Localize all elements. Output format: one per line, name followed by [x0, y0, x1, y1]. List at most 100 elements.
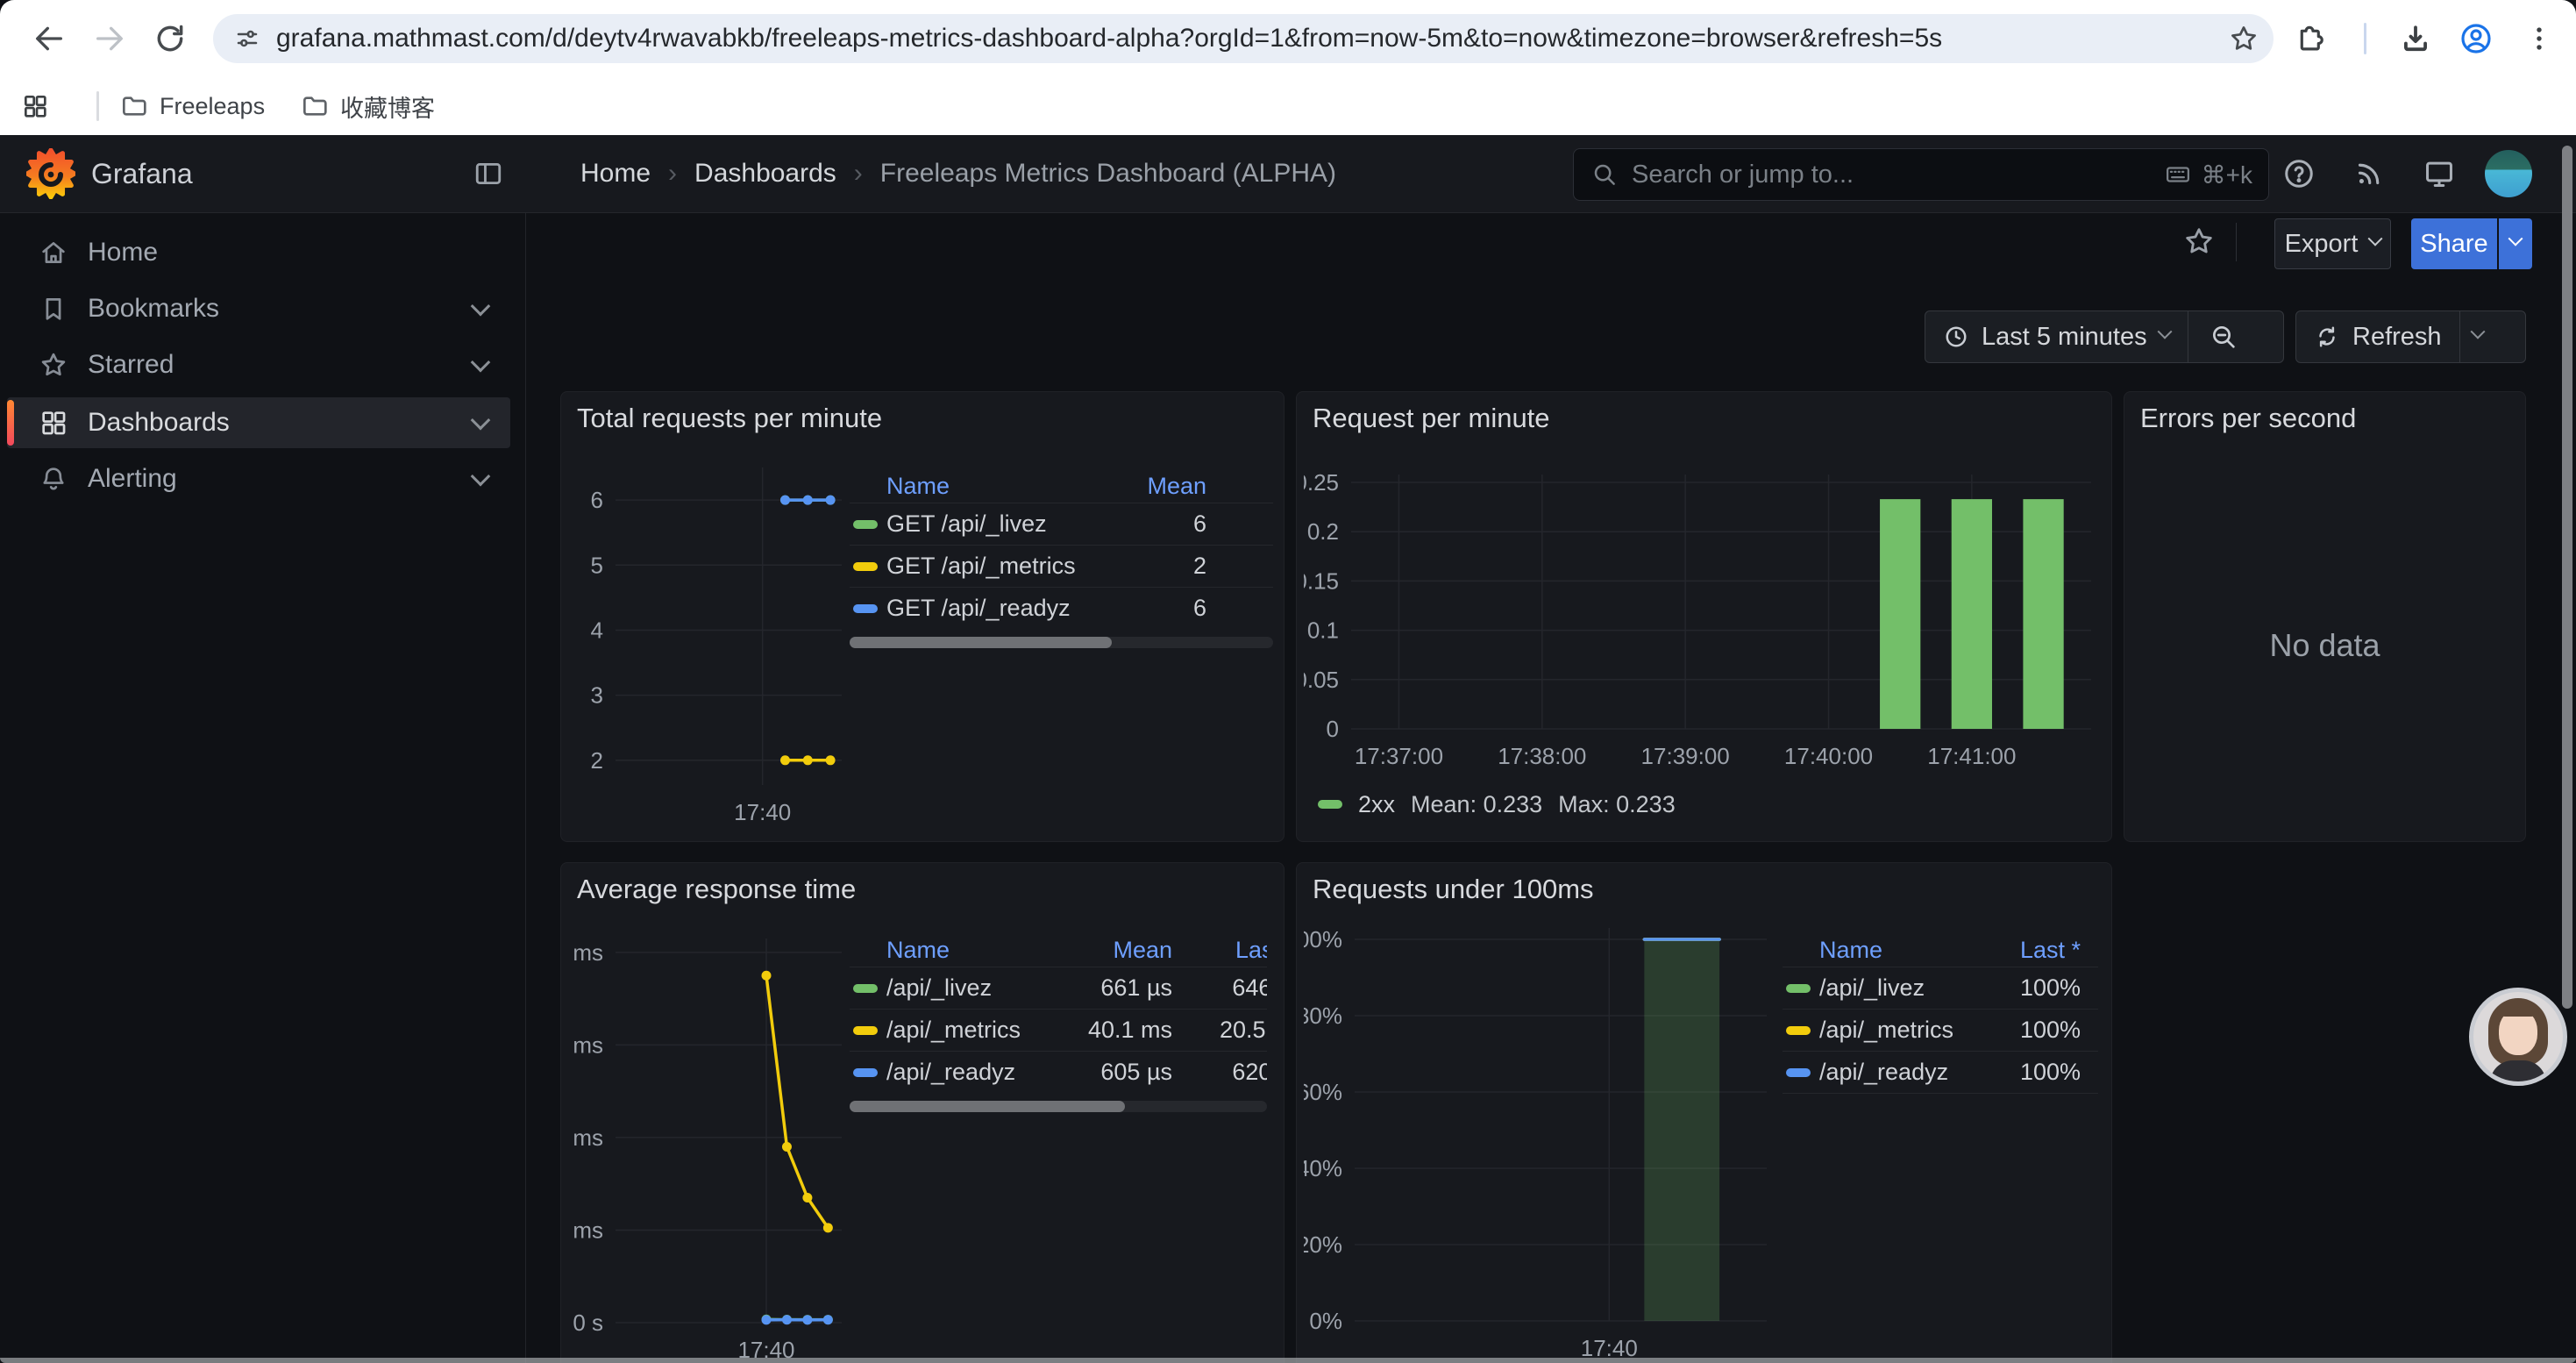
legend-col-name[interactable]: Name — [1819, 937, 1984, 964]
series-color-pill — [1786, 1026, 1811, 1035]
panel-request-per-minute: Request per minute 0.250.20.150.10.05017… — [1296, 391, 2112, 842]
legend-row[interactable]: /api/_metrics 100% — [1783, 1009, 2098, 1051]
reload-button[interactable] — [151, 19, 189, 58]
url-text[interactable]: grafana.mathmast.com/d/deytv4rwavabkb/fr… — [276, 14, 2177, 63]
svg-text:5: 5 — [591, 552, 603, 578]
refresh-button[interactable]: Refresh — [2296, 311, 2459, 362]
brand-name[interactable]: Grafana — [91, 135, 193, 212]
sidebar-item-alerting[interactable]: Alerting — [7, 453, 510, 504]
assistant-avatar-widget[interactable] — [2469, 988, 2567, 1086]
bookmark-page-button[interactable] — [2228, 23, 2259, 54]
panel-title[interactable]: Total requests per minute — [577, 403, 882, 434]
home-icon — [39, 238, 68, 268]
timeseries-chart[interactable]: 6543217:40 — [566, 455, 849, 838]
help-button[interactable] — [2280, 156, 2318, 191]
back-button[interactable] — [30, 19, 68, 58]
legend-row[interactable]: /api/_readyz 100% — [1783, 1051, 2098, 1094]
site-settings-icon[interactable] — [234, 25, 260, 52]
bookmark-folder-blogs[interactable]: 收藏博客 — [300, 86, 435, 126]
sidebar-item-dashboards[interactable]: Dashboards — [7, 397, 510, 448]
downloads-button[interactable] — [2396, 19, 2435, 58]
sidebar-item-label: Home — [88, 238, 158, 268]
folder-icon — [119, 92, 147, 120]
legend-row[interactable]: /api/_livez 100% — [1783, 967, 2098, 1009]
legend-row[interactable]: GET /api/_livez 6 — [850, 503, 1273, 545]
share-button[interactable]: Share — [2411, 218, 2497, 269]
time-range-picker[interactable]: Last 5 minutes — [1925, 311, 2188, 362]
svg-text:0.2: 0.2 — [1307, 518, 1339, 545]
legend-col-name[interactable]: Name — [886, 937, 1044, 964]
series-color-pill — [853, 1026, 878, 1035]
refresh-interval-button[interactable] — [2460, 311, 2495, 362]
legend-col-name[interactable]: Name — [886, 473, 1089, 500]
chevron-down-icon — [471, 410, 491, 431]
bookmark-folder-freeleaps[interactable]: Freeleaps — [119, 86, 265, 126]
legend-col-mean[interactable]: Mean — [1089, 473, 1212, 500]
svg-text:20 ms: 20 ms — [566, 1217, 603, 1243]
refresh-label: Refresh — [2352, 323, 2442, 352]
chevron-down-icon — [2470, 325, 2485, 339]
grafana-logo[interactable] — [26, 148, 75, 199]
legend-row[interactable]: /api/_readyz 605 µs 620 µs — [850, 1051, 1267, 1093]
help-icon — [2282, 157, 2316, 190]
svg-text:17:39:00: 17:39:00 — [1641, 743, 1730, 769]
legend-row[interactable]: GET /api/_metrics 2 — [850, 545, 1273, 587]
svg-text:40 ms: 40 ms — [566, 1124, 603, 1151]
favorite-dashboard-button[interactable] — [2180, 222, 2218, 260]
panel-average-response-time: Average response time 80 ms60 ms40 ms20 … — [560, 862, 1284, 1363]
svg-text:40%: 40% — [1304, 1155, 1342, 1181]
bookmarks-bar: Freeleaps 收藏博客 — [0, 77, 2576, 135]
legend-scrollbar[interactable] — [850, 1101, 1267, 1112]
user-avatar[interactable] — [2485, 150, 2532, 197]
series-name: 2xx — [1358, 791, 1395, 818]
browser-menu-button[interactable] — [2520, 19, 2558, 58]
search-input[interactable] — [1630, 160, 2163, 190]
timeseries-chart[interactable]: 80 ms60 ms40 ms20 ms0 s17:40 — [566, 924, 849, 1363]
forward-button[interactable] — [90, 19, 129, 58]
extensions-button[interactable] — [2290, 19, 2329, 58]
series-color-pill — [853, 562, 878, 571]
profile-button[interactable] — [2457, 19, 2495, 58]
legend-row[interactable]: /api/_metrics 40.1 ms 20.5 ms — [850, 1009, 1267, 1051]
clock-icon — [1943, 324, 1969, 350]
panel-title[interactable]: Requests under 100ms — [1313, 874, 1594, 905]
sidebar-item-bookmarks[interactable]: Bookmarks — [7, 283, 510, 334]
series-color-pill — [1318, 800, 1342, 809]
legend-inline[interactable]: 2xx Mean: 0.233 Max: 0.233 — [1318, 785, 1676, 824]
time-range-controls: Last 5 minutes — [1925, 310, 2284, 363]
legend-col-last[interactable]: Last * — [1183, 937, 1267, 964]
panel-requests-under-100ms: Requests under 100ms 100%80%60%40%20%0%1… — [1296, 862, 2112, 1363]
news-button[interactable] — [2350, 156, 2388, 191]
panel-title[interactable]: Average response time — [577, 874, 856, 905]
apps-button[interactable] — [16, 87, 54, 125]
sidebar-toggle-button[interactable] — [473, 159, 503, 189]
sidebar-item-label: Bookmarks — [88, 294, 219, 324]
bar-chart[interactable]: 100%80%60%40%20%0%17:40 — [1304, 912, 1777, 1363]
no-data-message: No data — [2124, 627, 2525, 664]
sidebar-item-home[interactable]: Home — [7, 227, 510, 278]
page-scrollbar[interactable] — [2562, 146, 2572, 1009]
search-box[interactable]: ⌘+k — [1573, 148, 2269, 201]
bar-chart[interactable]: 0.250.20.150.10.05017:37:0017:38:0017:39… — [1304, 441, 2100, 774]
address-bar[interactable]: grafana.mathmast.com/d/deytv4rwavabkb/fr… — [213, 14, 2274, 63]
refresh-icon — [2314, 324, 2340, 350]
legend-row[interactable]: GET /api/_readyz 6 — [850, 587, 1273, 629]
bookmark-icon — [39, 294, 68, 324]
breadcrumb-home[interactable]: Home — [580, 159, 651, 189]
breadcrumb-dashboards[interactable]: Dashboards — [694, 159, 836, 189]
zoom-out-button[interactable] — [2188, 311, 2259, 362]
export-button[interactable]: Export — [2274, 218, 2391, 269]
panel-title[interactable]: Errors per second — [2140, 403, 2356, 434]
svg-text:0.05: 0.05 — [1304, 667, 1339, 693]
monitor-button[interactable] — [2420, 156, 2459, 191]
legend-col-last[interactable]: Last * — [1984, 937, 2098, 964]
panel-title[interactable]: Request per minute — [1313, 403, 1550, 434]
browser-toolbar: grafana.mathmast.com/d/deytv4rwavabkb/fr… — [0, 0, 2576, 77]
sidebar-item-starred[interactable]: Starred — [7, 339, 510, 390]
legend-scrollbar[interactable] — [850, 637, 1273, 648]
legend-col-mean[interactable]: Mean — [1044, 937, 1183, 964]
monitor-icon — [2423, 157, 2456, 190]
legend-row[interactable]: /api/_livez 661 µs 646 µs — [850, 967, 1267, 1009]
share-menu-button[interactable] — [2499, 218, 2532, 269]
sidebar-item-label: Alerting — [88, 464, 177, 494]
